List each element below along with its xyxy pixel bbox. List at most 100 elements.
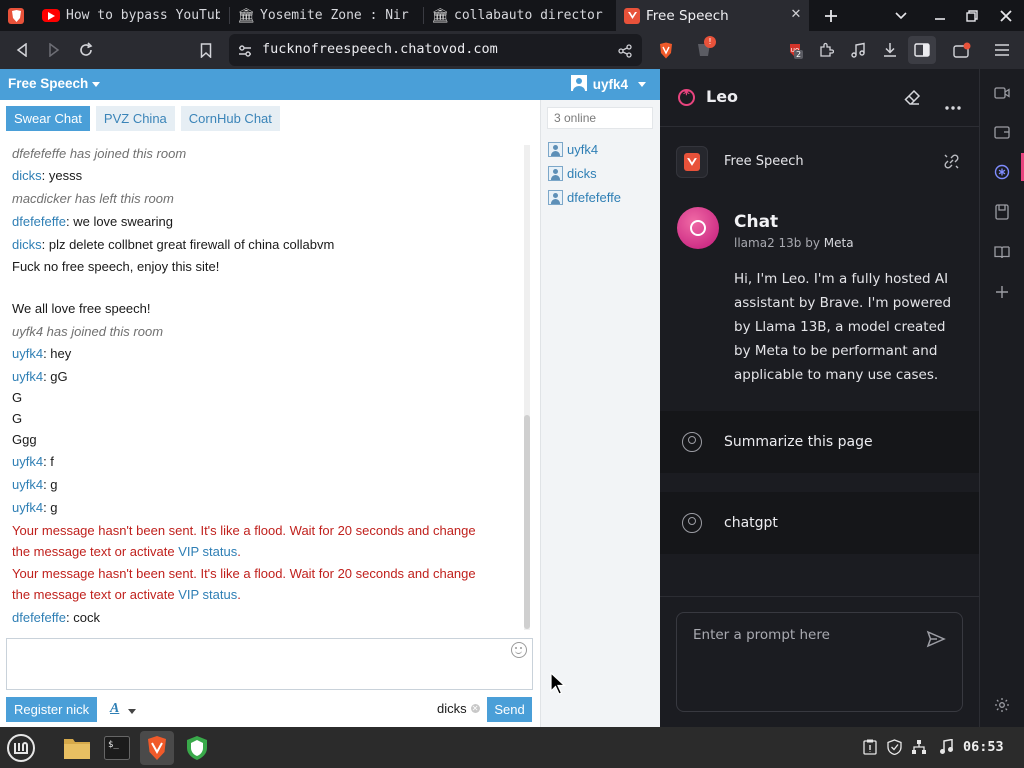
taskbar-clock[interactable]: 06:53 <box>963 739 1004 755</box>
chevron-down-icon <box>638 82 646 87</box>
message-input[interactable] <box>7 639 532 689</box>
room-tab-pvz-china[interactable]: PVZ China <box>95 106 175 131</box>
new-tab-icon[interactable] <box>821 6 841 26</box>
youtube-icon <box>42 9 60 22</box>
message-scrollbar[interactable] <box>524 145 530 630</box>
chevron-down-icon[interactable] <box>128 709 136 714</box>
wallet-icon[interactable] <box>994 124 1010 140</box>
security-app-icon[interactable] <box>180 731 214 765</box>
sidebar-toggle-icon[interactable] <box>908 36 936 64</box>
message-nick[interactable]: dfefefeffe <box>12 610 66 625</box>
user-name: dicks <box>567 166 597 181</box>
back-icon[interactable] <box>12 40 32 60</box>
scrollbar-thumb[interactable] <box>524 415 530 629</box>
clear-recipient-icon[interactable]: ✕ <box>470 704 480 713</box>
room-tab-cornhub-chat[interactable]: CornHub Chat <box>180 106 280 131</box>
add-panel-icon[interactable] <box>994 284 1010 300</box>
tab-youtube[interactable]: How to bypass YouTube <box>34 0 228 31</box>
bookmarks-panel-icon[interactable] <box>994 204 1010 220</box>
brave-browser-taskbar-icon[interactable] <box>140 731 174 765</box>
user-list-item[interactable]: uyfk4 <box>548 142 598 157</box>
leo-suggestion-chatgpt[interactable]: chatgpt <box>660 492 979 554</box>
leo-prompt-input[interactable]: Enter a prompt here <box>676 612 963 712</box>
error-line: Your message hasn't been sent. It's like… <box>12 566 476 581</box>
chat-message: uyfk4: hey <box>12 343 482 364</box>
minimize-icon[interactable] <box>930 6 950 26</box>
more-options-icon[interactable] <box>945 95 961 114</box>
message-nick[interactable]: dicks <box>12 237 42 252</box>
user-menu[interactable]: uyfk4 <box>570 75 646 94</box>
main-menu-icon[interactable] <box>992 40 1012 60</box>
tab-search-chevron-icon[interactable] <box>891 6 911 26</box>
message-text: : hey <box>43 346 72 361</box>
message-nick[interactable]: uyfk4 <box>12 500 43 515</box>
file-manager-icon[interactable] <box>60 731 94 765</box>
leo-suggestion-summarize[interactable]: Summarize this page <box>660 411 979 473</box>
address-bar[interactable]: fucknofreespeech.chatovod.com <box>229 34 642 66</box>
vip-status-link[interactable]: VIP status <box>178 587 237 602</box>
chat-message: uyfk4: gG <box>12 366 482 387</box>
brave-menu-tab[interactable] <box>0 0 34 31</box>
brave-rewards-icon[interactable]: ! <box>694 36 716 60</box>
brave-vpn-icon[interactable] <box>952 40 972 60</box>
bookmark-icon[interactable] <box>196 40 216 60</box>
message-nick[interactable]: dicks <box>12 168 42 183</box>
close-tab-icon[interactable]: ✕ <box>789 8 803 22</box>
leo-logo-icon <box>678 88 695 106</box>
leo-intro-text: Hi, I'm Leo. I'm a fully hosted AI assis… <box>734 271 952 383</box>
network-icon[interactable] <box>911 739 927 755</box>
terminal-icon[interactable]: $_ <box>100 731 134 765</box>
message-nick[interactable]: uyfk4 <box>12 369 43 384</box>
user-circle-icon <box>682 432 702 452</box>
send-button[interactable]: Send <box>487 697 532 722</box>
reload-icon[interactable] <box>76 40 96 60</box>
start-menu-icon[interactable] <box>4 731 38 765</box>
chat-message: uyfk4: g <box>12 497 482 518</box>
room-tabs: Swear Chat PVZ China CornHub Chat <box>6 106 280 131</box>
message-text: : g <box>43 477 58 492</box>
unlink-icon[interactable] <box>943 153 960 174</box>
room-tab-swear-chat[interactable]: Swear Chat <box>6 106 90 131</box>
downloads-icon[interactable] <box>880 40 900 60</box>
message-nick[interactable]: dfefefeffe <box>12 214 66 229</box>
extensions-icon[interactable] <box>816 40 836 60</box>
send-icon[interactable] <box>926 629 946 649</box>
volume-icon[interactable] <box>938 739 954 755</box>
flood-error-message: Your message hasn't been sent. It's like… <box>12 520 482 562</box>
error-text: the message text or activate <box>12 587 179 602</box>
building-icon: 🏛 <box>237 7 255 24</box>
reading-list-icon[interactable] <box>994 244 1010 260</box>
site-settings-icon[interactable] <box>238 43 252 62</box>
share-icon[interactable] <box>618 43 632 62</box>
page-favicon <box>684 153 700 171</box>
eraser-icon[interactable] <box>904 89 921 110</box>
restore-icon[interactable] <box>962 6 982 26</box>
settings-gear-icon[interactable] <box>994 697 1010 713</box>
user-list-item[interactable]: dfefefeffe <box>548 190 621 205</box>
room-title-menu[interactable]: Free Speech <box>8 76 101 91</box>
tab-collabauto[interactable]: 🏛 collabauto director <box>424 0 614 31</box>
message-nick[interactable]: uyfk4 <box>12 454 43 469</box>
vip-status-link[interactable]: VIP status <box>178 544 237 559</box>
recipient-chip[interactable]: dicks ✕ <box>437 701 480 716</box>
user-list-item[interactable]: dicks <box>548 166 597 181</box>
brave-shields-icon[interactable] <box>656 40 676 60</box>
message-nick[interactable]: uyfk4 <box>12 477 43 492</box>
adblock-extension-icon[interactable]: uo 2 <box>785 40 805 60</box>
error-line: the message text or activate VIP status. <box>12 541 482 562</box>
clipboard-icon[interactable] <box>862 739 878 755</box>
close-window-icon[interactable] <box>996 6 1016 26</box>
recipient-name: dicks <box>437 701 467 716</box>
font-style-button[interactable]: A <box>110 701 119 717</box>
message-nick[interactable]: uyfk4 <box>12 346 43 361</box>
video-call-icon[interactable] <box>994 85 1010 101</box>
shield-icon[interactable] <box>886 739 902 755</box>
tab-free-speech[interactable]: Free Speech ✕ <box>616 0 809 31</box>
chat-message: uyfk4: f <box>12 451 482 472</box>
leo-ai-icon[interactable] <box>994 164 1010 180</box>
tab-yosemite[interactable]: 🏛 Yosemite Zone : Nir <box>230 0 422 31</box>
emoji-icon[interactable] <box>511 642 527 658</box>
register-nick-button[interactable]: Register nick <box>6 697 98 722</box>
music-icon[interactable] <box>848 40 868 60</box>
forward-icon[interactable] <box>44 40 64 60</box>
